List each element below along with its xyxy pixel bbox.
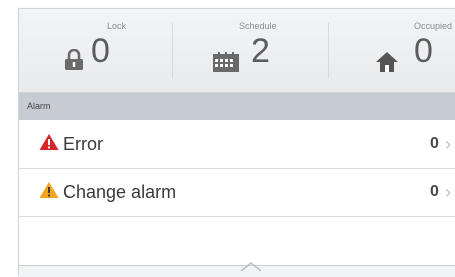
occupied-label: Occupied: [414, 21, 453, 31]
alarm-section-header: Alarm: [19, 93, 455, 120]
warning-triangle-icon: [39, 181, 59, 204]
schedule-count: 2: [251, 32, 270, 70]
schedule-label: Schedule: [239, 21, 277, 31]
chevron-right-icon: ›: [445, 182, 451, 202]
error-triangle-icon: [39, 133, 59, 156]
alarm-label: Error: [63, 134, 103, 154]
alarm-count: 0: [430, 183, 439, 200]
home-button-icon[interactable]: [239, 258, 263, 276]
alarm-label: Change alarm: [63, 182, 177, 202]
alarm-row-change[interactable]: Change alarm 0 ›: [19, 169, 455, 217]
calendar-icon: [213, 52, 239, 77]
status-schedule[interactable]: Schedule 2: [172, 9, 328, 92]
bottom-bar: [19, 262, 455, 277]
home-icon: [375, 51, 399, 78]
status-panel: Lock 0 Schedule 2 Occupied 0 Alarm Error…: [18, 8, 455, 277]
occupied-count: 0: [414, 32, 433, 70]
status-summary-bar: Lock 0 Schedule 2 Occupied 0: [19, 9, 455, 93]
lock-icon: [64, 48, 84, 76]
status-occupied[interactable]: Occupied 0: [329, 9, 455, 92]
alarm-count: 0: [430, 135, 439, 152]
alarm-section-title: Alarm: [27, 101, 51, 111]
lock-label: Lock: [107, 21, 127, 31]
status-lock[interactable]: Lock 0: [19, 9, 171, 92]
lock-count: 0: [91, 32, 110, 70]
chevron-right-icon: ›: [445, 134, 451, 154]
alarm-row-error[interactable]: Error 0 ›: [19, 121, 455, 169]
